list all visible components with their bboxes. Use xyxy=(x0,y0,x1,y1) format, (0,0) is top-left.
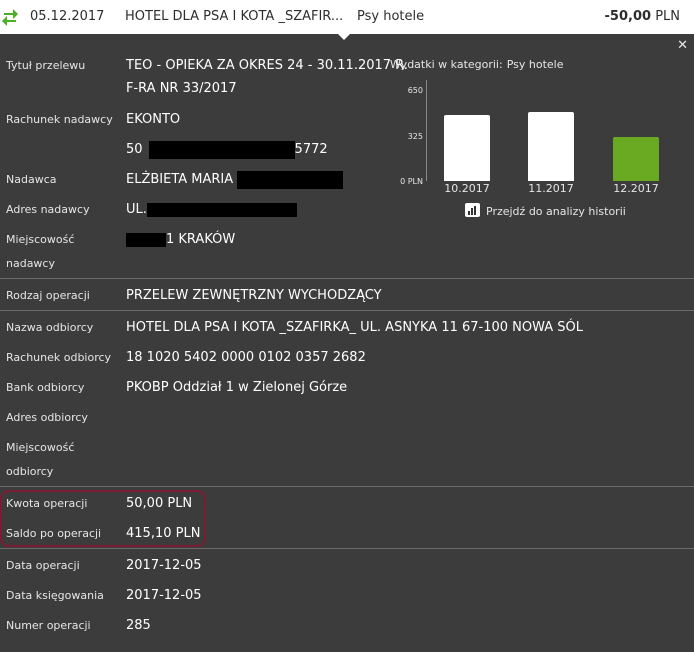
operation-number-label: Numer operacji xyxy=(6,619,91,632)
sender-account-name: EKONTO xyxy=(126,112,181,127)
operation-type-value: PRZELEW ZEWNĘTRZNY WYCHODZĄCY xyxy=(126,288,382,303)
x-tick-label: 12.2017 xyxy=(613,182,659,195)
recipient-bank-value: PKOBP Oddział 1 w Zielonej Górze xyxy=(126,380,348,395)
recipient-address-label: Adres odbiorcy xyxy=(6,411,88,424)
dropdown-notch xyxy=(337,33,351,40)
title-value-line2: F-RA NR 33/2017 xyxy=(126,81,237,96)
redaction-bar xyxy=(146,202,297,217)
recipient-city-label-2: odbiorcy xyxy=(6,465,54,478)
redaction-bar xyxy=(126,232,166,247)
operation-type-label: Rodzaj operacji xyxy=(6,289,90,302)
x-tick-label: 11.2017 xyxy=(528,182,574,195)
title-label: Tytuł przelewu xyxy=(6,59,86,72)
recipient-name-label: Nazwa odbiorcy xyxy=(6,321,94,334)
booking-date-label: Data księgowania xyxy=(6,589,104,602)
sender-city-label-2: nadawcy xyxy=(6,257,55,270)
amount-value: -50,00 xyxy=(604,9,652,24)
account-suffix: 5772 xyxy=(294,142,328,157)
divider xyxy=(0,278,694,279)
y-tick-label: 0 PLN xyxy=(400,177,423,186)
sender-value: ELŻBIETA MARIA xyxy=(126,168,344,192)
y-tick-label: 650 xyxy=(407,86,423,95)
operation-date-label: Data operacji xyxy=(6,559,80,572)
operation-number-value: 285 xyxy=(126,618,151,633)
chart-title-text: Wydatki w kategorii: xyxy=(390,58,503,71)
balance-value: 415,10 PLN xyxy=(126,526,201,541)
chart-bar xyxy=(528,112,574,181)
sender-address-value: UL. xyxy=(126,198,297,222)
close-icon[interactable]: ✕ xyxy=(677,38,688,53)
chart-title: Wydatki w kategorii: Psy hotele xyxy=(390,58,564,71)
operation-date-value: 2017-12-05 xyxy=(126,558,202,573)
x-tick-label: 10.2017 xyxy=(444,182,490,195)
title-value-line1: TEO - OPIEKA ZA OKRES 24 - 30.11.2017 R. xyxy=(126,58,408,73)
recipient-city-label-1: Miejscowość xyxy=(6,441,75,454)
bar-chart-icon xyxy=(465,203,480,217)
amount-currency: PLN xyxy=(655,9,680,24)
chart-bar xyxy=(613,137,659,181)
recipient-name-value: HOTEL DLA PSA I KOTA _SZAFIRKA_ UL. ASNY… xyxy=(126,320,584,335)
address-prefix: UL. xyxy=(126,202,147,217)
chart-bar xyxy=(444,115,490,181)
city-name: 1 KRAKÓW xyxy=(166,232,236,247)
spending-chart: 650 325 0 PLN 10.2017 11.2017 12.2017 xyxy=(360,80,690,200)
sender-name: ELŻBIETA MARIA xyxy=(126,172,234,187)
redaction-bar xyxy=(148,140,295,159)
recipient-account-label: Rachunek odbiorcy xyxy=(6,351,112,364)
divider xyxy=(0,548,694,549)
transaction-amount: -50,00 PLN xyxy=(605,9,680,24)
sender-account-number: 50 5772 xyxy=(126,138,328,162)
sender-city-value: 1 KRAKÓW xyxy=(126,228,235,252)
history-link-label: Przejdź do analizy historii xyxy=(486,205,626,218)
sender-address-label: Adres nadawcy xyxy=(6,203,90,216)
sender-label: Nadawca xyxy=(6,173,57,186)
sender-account-label: Rachunek nadawcy xyxy=(6,113,113,126)
amount-value: 50,00 PLN xyxy=(126,496,193,511)
recipient-bank-label: Bank odbiorcy xyxy=(6,381,85,394)
redaction-bar xyxy=(237,170,344,189)
account-prefix: 50 xyxy=(126,142,143,157)
transaction-row[interactable]: 05.12.2017 HOTEL DLA PSA I KOTA _SZAFIR.… xyxy=(0,0,694,34)
y-tick-label: 325 xyxy=(407,132,423,141)
divider xyxy=(0,310,694,311)
recipient-account-value: 18 1020 5402 0000 0102 0357 2682 xyxy=(126,350,366,365)
transaction-date: 05.12.2017 xyxy=(30,9,105,24)
divider xyxy=(0,486,694,487)
booking-date-value: 2017-12-05 xyxy=(126,588,202,603)
chart-category: Psy hotele xyxy=(506,58,564,71)
amount-label: Kwota operacji xyxy=(6,497,88,510)
history-analysis-link[interactable]: Przejdź do analizy historii xyxy=(465,203,626,218)
transaction-name: HOTEL DLA PSA I KOTA _SZAFIR... xyxy=(125,9,344,24)
balance-label: Saldo po operacji xyxy=(6,527,102,540)
sender-city-label-1: Miejscowość xyxy=(6,233,75,246)
transfer-arrows-icon xyxy=(2,9,18,26)
transaction-category: Psy hotele xyxy=(357,9,425,24)
y-axis xyxy=(426,80,427,181)
